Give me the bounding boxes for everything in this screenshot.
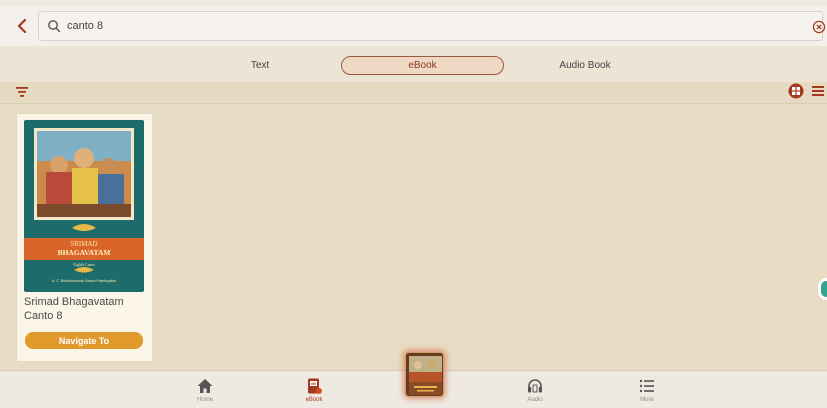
list-icon	[639, 379, 654, 393]
grid-view-icon[interactable]	[788, 83, 804, 99]
chevron-left-icon	[17, 19, 27, 33]
nav-more[interactable]: More	[617, 377, 677, 403]
cover-subtitle: Eighth Canto	[73, 262, 94, 267]
nav-audio-label: Audio	[527, 397, 543, 403]
back-button[interactable]	[12, 15, 32, 37]
floating-side-badge[interactable]	[818, 278, 827, 300]
top-bar	[0, 0, 827, 46]
headphones-icon	[528, 379, 542, 393]
search-icon	[48, 20, 61, 33]
navigate-to-button[interactable]: Navigate To	[25, 332, 143, 349]
nav-audio[interactable]: Audio	[505, 377, 565, 403]
current-book-thumbnail[interactable]	[405, 352, 444, 397]
results-area: SRIMAD BHAGAVATAM Eighth Canto A. C. Bha…	[0, 104, 827, 370]
current-book-thumbnail-art	[406, 353, 443, 396]
filter-icon[interactable]	[15, 85, 29, 99]
search-input[interactable]	[67, 16, 767, 36]
nav-home-label: Home	[196, 397, 213, 403]
nav-more-label: More	[640, 397, 654, 403]
book-title[interactable]: Srimad Bhagavatam Canto 8	[24, 295, 149, 323]
home-icon	[197, 379, 213, 393]
nav-ebook[interactable]: eB eBook	[284, 377, 344, 403]
book-cover[interactable]: SRIMAD BHAGAVATAM Eighth Canto A. C. Bha…	[24, 120, 144, 292]
book-card[interactable]: SRIMAD BHAGAVATAM Eighth Canto A. C. Bha…	[16, 113, 153, 362]
cover-title-line2: BHAGAVATAM	[58, 248, 111, 257]
nav-home[interactable]: Home	[175, 377, 235, 403]
filter-bar	[0, 82, 827, 104]
book-cover-art: SRIMAD BHAGAVATAM Eighth Canto A. C. Bha…	[24, 120, 144, 292]
cover-author: A. C. Bhaktivedanta Swami Prabhupāda	[52, 279, 116, 283]
ebook-icon: eB	[308, 378, 322, 394]
clear-search-icon[interactable]	[812, 20, 826, 34]
search-box[interactable]	[38, 11, 826, 41]
nav-ebook-label: eBook	[305, 397, 323, 403]
svg-text:eB: eB	[311, 381, 316, 386]
list-view-icon[interactable]	[811, 84, 825, 98]
shield-icon	[821, 281, 827, 297]
cover-title-line1: SRIMAD	[70, 240, 97, 248]
tab-ebook[interactable]: eBook	[341, 56, 504, 75]
tab-text[interactable]: Text	[230, 56, 290, 75]
tabs-bar: Text eBook Audio Book	[0, 46, 827, 82]
tab-audio-book[interactable]: Audio Book	[540, 56, 630, 75]
